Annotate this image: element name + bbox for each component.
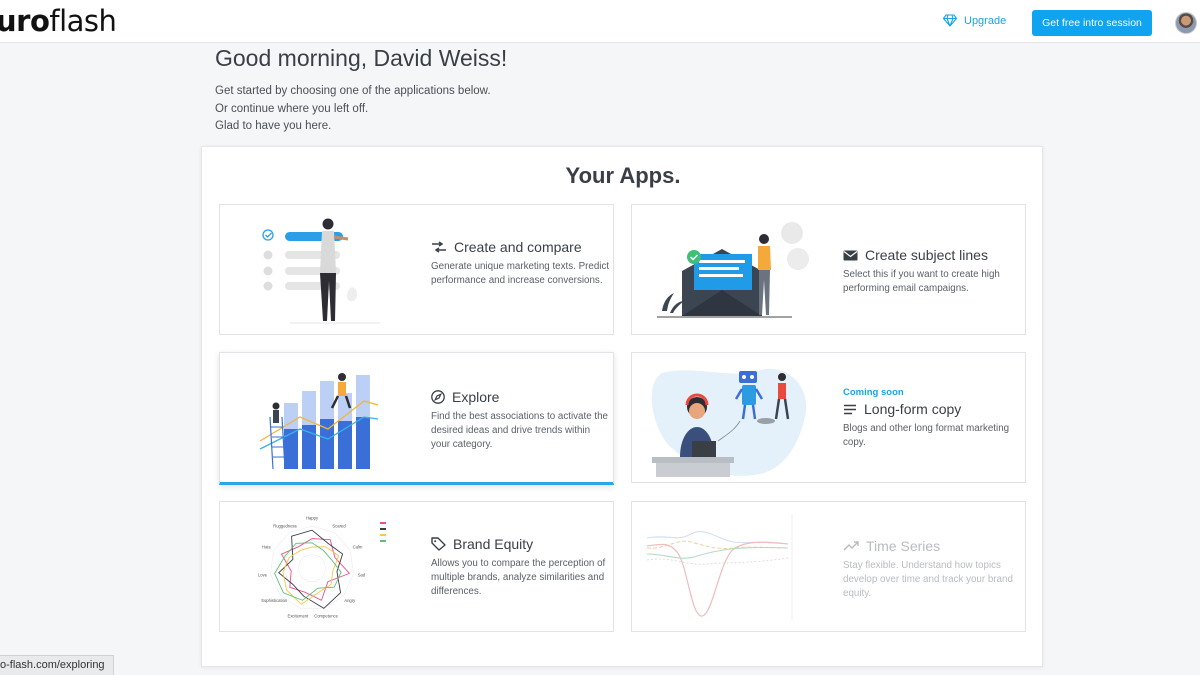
app-card-create-and-compare[interactable]: Create and compare Generate unique marke…	[219, 204, 614, 335]
card-description: Allows you to compare the perception of …	[431, 558, 606, 597]
card-title-label: Create and compare	[454, 239, 582, 255]
radar-label: Hate	[262, 545, 272, 550]
intro-line: Or continue where you left off.	[215, 102, 369, 115]
diamond-icon	[943, 14, 957, 27]
card-title: Brand Equity	[431, 536, 611, 552]
card-description: Blogs and other long format marketing co…	[843, 423, 1010, 448]
app-card-create-subject-lines[interactable]: Create subject lines Select this if you …	[631, 204, 1026, 335]
intro-text: Get started by choosing one of the appli…	[215, 83, 491, 136]
radar-label: Competence	[314, 613, 338, 618]
app-card-explore[interactable]: Explore Find the best associations to ac…	[219, 352, 614, 485]
radar-label: Love	[258, 573, 268, 578]
email-illustration	[657, 222, 809, 318]
radar-label: Excitement	[288, 613, 310, 618]
app-card-brand-equity[interactable]: Happy Scared Calm Sad Angry Competence Excitem…	[219, 501, 614, 632]
avatar[interactable]	[1175, 12, 1197, 34]
card-description: Select this if you want to create high p…	[843, 269, 1000, 294]
time-series-illustration	[646, 514, 793, 620]
long-form-illustration	[651, 368, 807, 477]
radar-chart-illustration: Happy Scared Calm Sad Angry Competence Excitem…	[258, 516, 386, 618]
radar-label: Sad	[358, 573, 366, 578]
radar-grid	[284, 539, 340, 595]
top-bar: uroflash Upgrade Get free intro session	[0, 0, 1200, 43]
card-text: Coming soon Long-form copy Blogs and oth…	[843, 387, 1023, 450]
card-text: Create and compare Generate unique marke…	[431, 239, 611, 288]
logo-bold-text: uro	[0, 4, 50, 38]
radar-label: Angry	[344, 598, 356, 603]
compare-illustration	[262, 218, 380, 324]
card-description: Generate unique marketing texts. Predict…	[431, 261, 610, 286]
radar-grid	[297, 553, 327, 582]
card-title: Time Series	[843, 538, 1023, 554]
card-title-label: Create subject lines	[865, 247, 988, 263]
intro-line: Get started by choosing one of the appli…	[215, 85, 491, 97]
radar-label: Ruggedness	[273, 523, 297, 528]
card-text: Brand Equity Allows you to compare the p…	[431, 536, 611, 599]
card-title-label: Long-form copy	[864, 401, 962, 417]
intro-session-button[interactable]: Get free intro session	[1032, 10, 1152, 36]
radar-label: Happy	[306, 516, 319, 521]
trend-up-icon	[843, 541, 859, 551]
apps-panel: Your Apps. Create and compare Generate u…	[201, 146, 1043, 667]
coming-soon-badge: Coming soon	[843, 387, 904, 398]
panel-title: Your Apps.	[565, 163, 681, 188]
app-card-time-series[interactable]: Time Series Stay flexible. Understand ho…	[631, 501, 1026, 632]
card-description: Find the best associations to activate t…	[431, 411, 608, 450]
logo-light-text: flash	[49, 4, 117, 38]
explore-chart-illustration	[259, 373, 379, 470]
radar-legend-swatch	[380, 534, 386, 536]
card-title: Explore	[431, 389, 611, 405]
card-text: Explore Find the best associations to ac…	[431, 389, 611, 452]
card-text: Create subject lines Select this if you …	[843, 247, 1023, 296]
card-title-label: Explore	[452, 389, 500, 405]
greeting-heading: Good morning, David Weiss!	[215, 45, 508, 71]
envelope-icon	[843, 250, 858, 260]
card-text: Time Series Stay flexible. Understand ho…	[843, 538, 1023, 601]
compare-arrows-icon	[432, 241, 446, 253]
card-title: Create subject lines	[843, 247, 1023, 263]
compass-icon	[431, 390, 445, 404]
status-bar-url: o-flash.com/exploring	[0, 655, 114, 675]
text-lines-icon	[844, 404, 856, 414]
radar-legend-swatch	[380, 528, 386, 530]
app-card-long-form-copy[interactable]: Coming soon Long-form copy Blogs and oth…	[631, 352, 1026, 483]
upgrade-link[interactable]: Upgrade	[943, 14, 1006, 27]
card-title: Create and compare	[431, 239, 611, 255]
radar-label: Calm	[353, 545, 363, 550]
intro-line: Glad to have you here.	[215, 120, 332, 132]
radar-legend-swatch	[380, 540, 386, 542]
upgrade-label: Upgrade	[964, 14, 1007, 27]
radar-label: Scared	[332, 523, 346, 528]
tag-icon	[431, 537, 446, 551]
card-title-label: Brand Equity	[453, 536, 534, 552]
card-description: Stay flexible. Understand how topics dev…	[843, 560, 1013, 599]
card-title-label: Time Series	[866, 538, 941, 554]
radar-legend-swatch	[380, 522, 386, 524]
logo[interactable]: uroflash	[0, 4, 117, 38]
radar-label: Sophistication	[261, 598, 288, 603]
card-title: Long-form copy	[843, 401, 1023, 417]
